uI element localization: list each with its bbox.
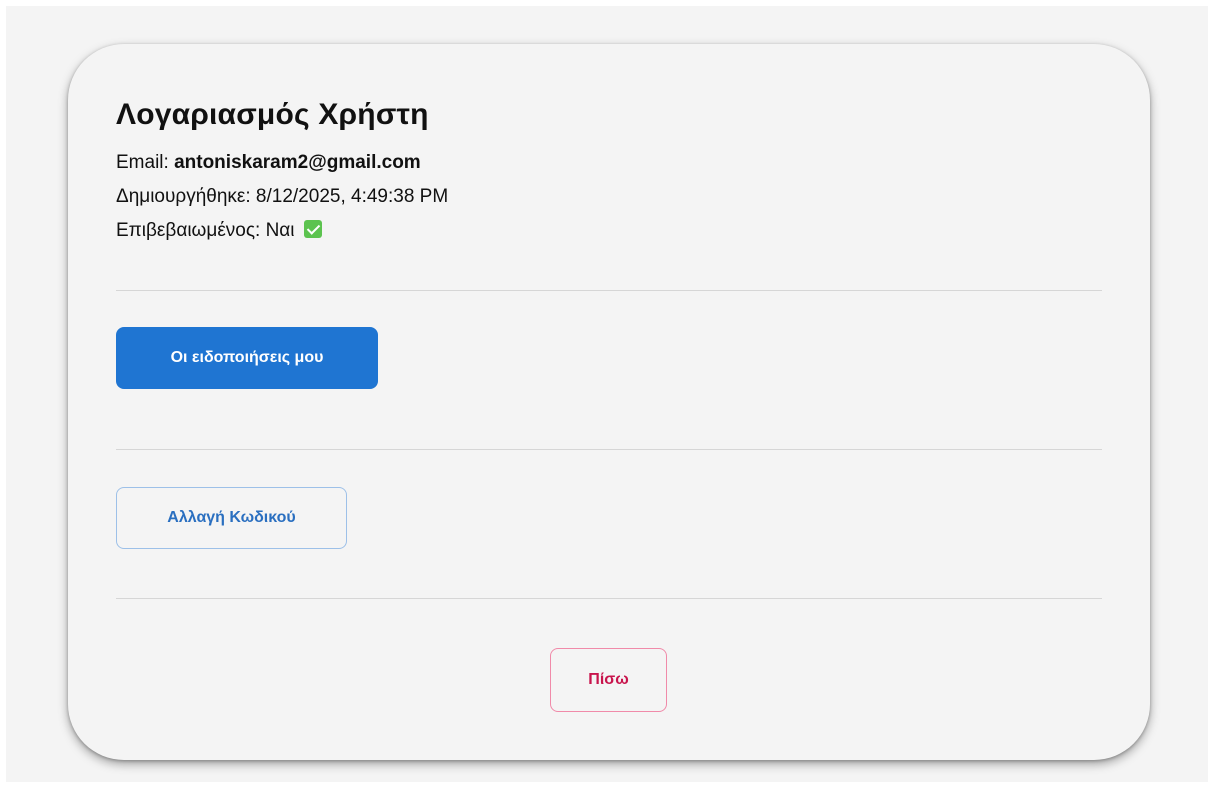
change-password-button[interactable]: Αλλαγή Κωδικού	[116, 487, 347, 549]
verified-line: Επιβεβαιωμένος: Ναι	[116, 220, 322, 242]
created-label: Δημιουργήθηκε:	[116, 186, 256, 207]
divider	[116, 598, 1102, 599]
divider	[116, 449, 1102, 450]
created-line: Δημιουργήθηκε: 8/12/2025, 4:49:38 PM	[116, 186, 448, 208]
check-icon	[303, 220, 322, 238]
email-label: Email:	[116, 152, 175, 173]
divider	[116, 290, 1102, 291]
back-button[interactable]: Πίσω	[550, 648, 667, 712]
email-line: Email: antoniskaram2@gmail.com	[116, 152, 421, 174]
email-value: antoniskaram2@gmail.com	[174, 152, 421, 173]
created-value: 8/12/2025, 4:49:38 PM	[255, 186, 449, 207]
page-background: Λογαριασμός Χρήστη Email: antoniskaram2@…	[6, 6, 1208, 782]
my-notifications-button[interactable]: Οι ειδοποιήσεις μου	[116, 327, 378, 389]
verified-value: Ναι	[265, 220, 295, 241]
page-title: Λογαριασμός Χρήστη	[116, 98, 429, 131]
account-card: Λογαριασμός Χρήστη Email: antoniskaram2@…	[68, 44, 1150, 760]
verified-label: Επιβεβαιωμένος:	[116, 220, 266, 241]
